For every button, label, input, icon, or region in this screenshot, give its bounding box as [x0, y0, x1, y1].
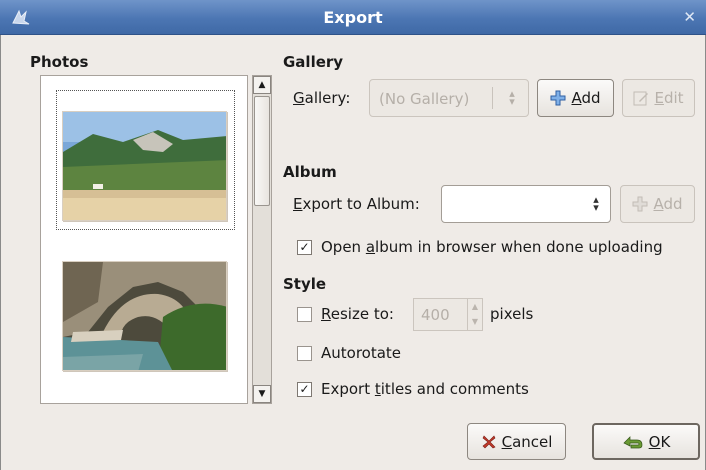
resize-checkbox[interactable]	[297, 307, 312, 322]
pixels-label: pixels	[490, 305, 534, 323]
ok-button[interactable]: OK	[592, 423, 700, 460]
album-section-title: Album	[283, 163, 337, 181]
edit-icon	[633, 91, 649, 106]
autorotate-label: Autorotate	[321, 344, 402, 362]
album-add-button[interactable]: Add	[620, 185, 695, 223]
album-combo[interactable]: ▴ ▾	[441, 185, 611, 223]
scroll-down-arrow[interactable]: ▼	[253, 385, 271, 403]
resize-value: 400	[421, 306, 450, 324]
title-bar[interactable]: Export ✕	[0, 0, 706, 35]
close-icon[interactable]: ✕	[683, 8, 696, 26]
export-to-album-label: Export to Album:	[293, 195, 420, 213]
cancel-icon	[482, 434, 496, 448]
open-album-label: Open album in browser when done uploadin…	[321, 238, 663, 256]
scrollbar-thumb[interactable]	[254, 96, 270, 206]
photos-title: Photos	[30, 53, 89, 71]
photo-list-scrollbar[interactable]: ▲ ▼	[252, 75, 272, 404]
gallery-combo-value: (No Gallery)	[379, 90, 470, 108]
resize-spinbutton[interactable]: 400 ▲ ▼	[413, 298, 483, 331]
gallery-add-button[interactable]: Add	[537, 79, 614, 117]
export-titles-label: Export titles and comments	[321, 380, 529, 398]
gallery-combo[interactable]: (No Gallery) ▴ ▾	[369, 79, 529, 117]
photo-thumbnail[interactable]	[62, 261, 227, 371]
export-titles-checkbox[interactable]: ✓	[297, 382, 312, 397]
photo-list[interactable]	[40, 75, 248, 404]
gallery-section-title: Gallery	[283, 53, 344, 71]
combo-arrows-icon: ▴ ▾	[593, 193, 599, 214]
resize-label: Resize to:	[321, 305, 394, 323]
open-album-checkbox[interactable]: ✓	[297, 240, 312, 255]
ok-icon	[623, 435, 643, 448]
window-title: Export	[323, 8, 383, 27]
combo-arrows-icon: ▴ ▾	[509, 87, 515, 108]
scroll-up-arrow[interactable]: ▲	[253, 76, 271, 94]
spin-arrows-icon[interactable]: ▲ ▼	[467, 299, 482, 330]
photo-thumbnail[interactable]	[62, 111, 227, 221]
add-icon	[632, 196, 648, 212]
autorotate-checkbox[interactable]	[297, 346, 312, 361]
gallery-label: Gallery:	[293, 89, 351, 107]
gallery-edit-button[interactable]: Edit	[622, 79, 695, 117]
cancel-button[interactable]: Cancel	[467, 423, 566, 460]
add-icon	[550, 90, 566, 106]
style-section-title: Style	[283, 275, 327, 293]
